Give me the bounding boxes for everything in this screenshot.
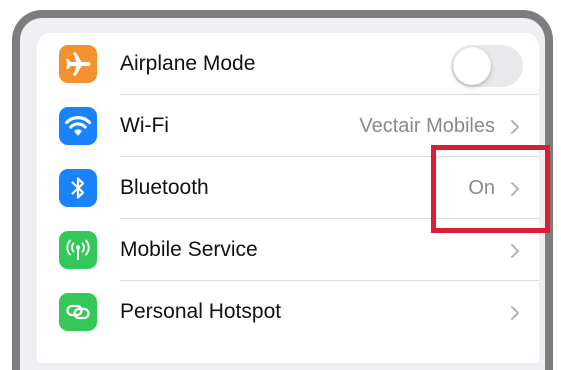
- toggle-knob: [453, 47, 491, 85]
- personal-hotspot-label: Personal Hotspot: [120, 300, 282, 323]
- settings-row-airplane-mode[interactable]: Airplane Mode: [37, 33, 539, 95]
- antenna-icon: [59, 231, 97, 269]
- highlight-box: [431, 145, 550, 233]
- chevron-right-icon: [511, 244, 519, 258]
- chevron-right-icon: [511, 120, 519, 134]
- airplane-mode-toggle[interactable]: [451, 45, 523, 87]
- bluetooth-icon: [59, 169, 97, 207]
- wifi-label: Wi-Fi: [120, 114, 169, 137]
- chevron-right-icon: [511, 306, 519, 320]
- bluetooth-label: Bluetooth: [120, 176, 209, 199]
- airplane-mode-label: Airplane Mode: [120, 52, 256, 75]
- settings-row-personal-hotspot[interactable]: Personal Hotspot: [37, 281, 539, 343]
- airplane-icon: [59, 45, 97, 83]
- wifi-icon: [59, 107, 97, 145]
- hotspot-link-icon: [59, 293, 97, 331]
- mobile-service-label: Mobile Service: [120, 238, 258, 261]
